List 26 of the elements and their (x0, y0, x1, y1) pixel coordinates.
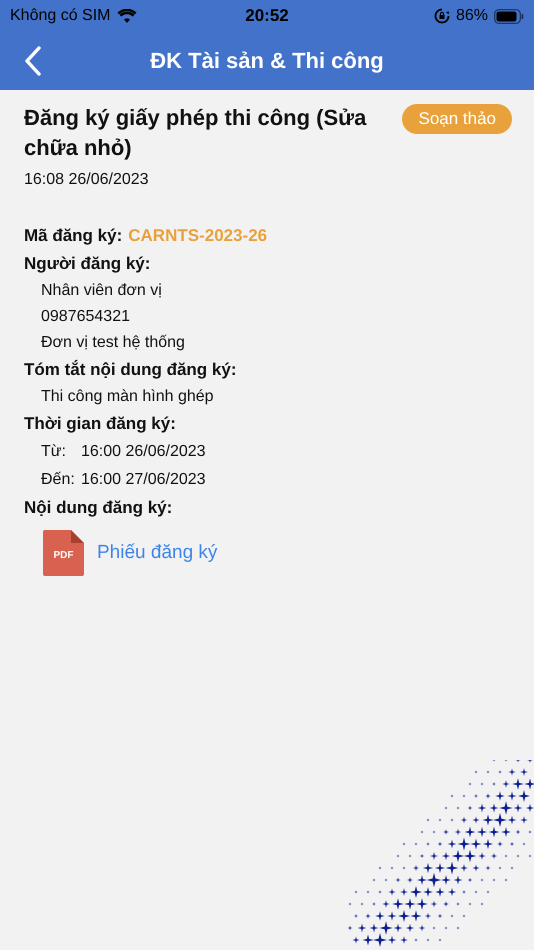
field-label: Nội dung đăng ký: (24, 497, 172, 519)
range-value: 16:00 27/06/2023 (81, 470, 206, 490)
field-value: Thi công màn hình ghép (40, 387, 215, 407)
field-label: Mã đăng ký: (24, 225, 122, 247)
range-label: Đến: (41, 470, 76, 490)
created-time: 16:08 26/06/2023 (24, 171, 149, 188)
range-label: Từ: (41, 442, 67, 462)
carrier-name: Không có SIM (10, 7, 110, 25)
attachment-link[interactable]: Phiếu đăng ký (97, 542, 218, 564)
wifi-icon (116, 8, 136, 24)
registration-code: CARNTS-2023-26 (128, 226, 268, 246)
field-value: Đơn vị test hệ thống (40, 333, 186, 353)
field-label: Thời gian đăng ký: (24, 413, 176, 435)
record-title: Đăng ký giấy phép thi công (Sửa chữa nhỏ) (24, 104, 368, 162)
field-value: Nhân viên đơn vị (40, 281, 163, 301)
pdf-file-icon: PDF (43, 530, 84, 576)
field-label: Người đăng ký: (24, 253, 150, 275)
field-value: 0987654321 (40, 307, 131, 327)
battery-percent: 86% (456, 7, 488, 25)
status-button[interactable]: Soạn thảo (402, 104, 512, 134)
screen-title: ĐK Tài sản & Thi công (149, 48, 385, 74)
battery-icon (494, 8, 524, 24)
orientation-lock-icon (434, 8, 450, 24)
field-label: Tóm tắt nội dung đăng ký: (24, 358, 236, 381)
range-value: 16:00 26/06/2023 (81, 442, 206, 462)
clock-time: 20:52 (245, 6, 289, 25)
